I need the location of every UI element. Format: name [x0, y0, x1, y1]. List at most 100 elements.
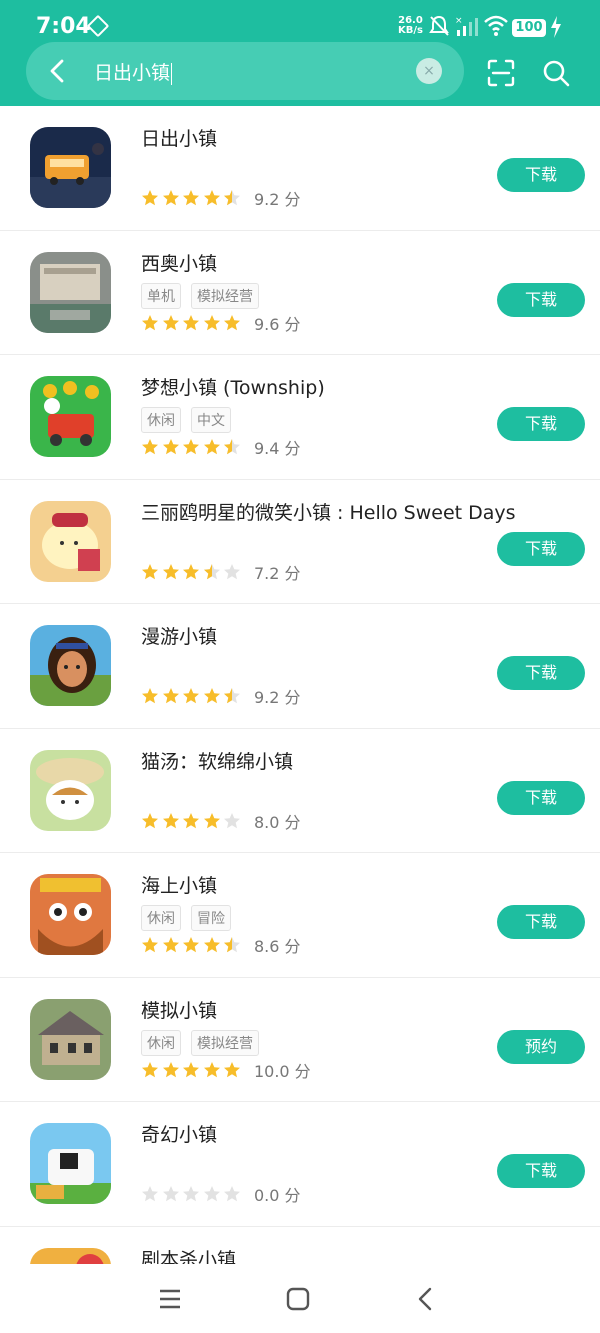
- star-icon: [183, 439, 200, 455]
- app-icon[interactable]: [30, 1123, 111, 1204]
- app-tags: 休闲 冒险: [141, 905, 231, 931]
- app-title[interactable]: 西奥小镇: [141, 249, 217, 276]
- download-button[interactable]: 下载: [497, 656, 585, 690]
- app-icon[interactable]: [30, 625, 111, 706]
- download-button[interactable]: 下载: [497, 282, 585, 317]
- app-list-item[interactable]: 漫游小镇 9.2 分 下载: [0, 604, 600, 729]
- star-rating: 0.0 分: [141, 1182, 301, 1206]
- star-rating: 9.2 分: [141, 186, 301, 210]
- app-list-item[interactable]: 海上小镇 休闲 冒险 8.6 分 下载: [0, 853, 600, 978]
- star-icon: [142, 563, 158, 579]
- star-icon: [183, 1061, 200, 1077]
- download-button[interactable]: 下载: [497, 158, 585, 192]
- star-icon: [142, 190, 158, 206]
- back-arrow-icon[interactable]: [44, 57, 72, 85]
- menu-icon[interactable]: [157, 1286, 183, 1312]
- search-icon[interactable]: [541, 58, 571, 88]
- search-input[interactable]: 日出小镇: [94, 58, 173, 85]
- app-icon[interactable]: [30, 500, 111, 582]
- rating-score: 8.0 分: [253, 812, 301, 832]
- app-list-item[interactable]: 奇幻小镇 0.0 分 下载: [0, 1102, 600, 1227]
- text-cursor: [171, 62, 173, 85]
- star-icon: [183, 563, 200, 579]
- home-icon[interactable]: [285, 1286, 311, 1312]
- star-rating: 10.0 分: [141, 1058, 311, 1082]
- download-button[interactable]: 下载: [497, 780, 585, 815]
- app-title[interactable]: 剧本杀小镇: [141, 1245, 236, 1265]
- star-icon: [203, 1186, 220, 1202]
- star-rating: 8.0 分: [141, 809, 301, 833]
- star-icon: [162, 1061, 179, 1077]
- star-icon: [224, 688, 241, 704]
- app-icon[interactable]: [30, 1247, 111, 1265]
- tag-badge: 模拟经营: [191, 282, 259, 309]
- star-icon: [224, 314, 241, 330]
- app-list-item[interactable]: 西奥小镇单机 模拟经营 9.6 分 下载: [0, 231, 600, 355]
- app-list-item[interactable]: 剧本杀小镇: [0, 1227, 600, 1265]
- app-list-item[interactable]: 模拟小镇 休闲 模拟经营 10.0 分 预约: [0, 978, 600, 1102]
- star-rating: 7.2 分: [141, 560, 301, 584]
- app-icon[interactable]: [30, 127, 111, 208]
- app-icon[interactable]: [30, 251, 111, 333]
- download-button[interactable]: 下载: [497, 905, 585, 939]
- star-icon: [162, 190, 179, 206]
- star-icon: [203, 563, 220, 579]
- star-icon: [203, 439, 220, 455]
- network-speed: 26.0 KB/s: [398, 15, 423, 36]
- app-list-item[interactable]: 梦想小镇 (Township) 休闲 中文 9.4 分 下载: [0, 355, 600, 480]
- search-bar[interactable]: 日出小镇 ×: [26, 42, 464, 100]
- rating-score: 9.2 分: [253, 688, 301, 707]
- search-results-list[interactable]: 日出小镇 9.2 分下载 西奥小镇 单机 模拟经营 9.6 分下载 梦想小镇 (Townsh…: [0, 106, 600, 1264]
- app-list-item[interactable]: 日出小镇 9.2 分 下载: [0, 106, 600, 231]
- app-list-item[interactable]: 三丽鸥明星的微笑小镇 : Hello Sweet Days 7.2 分 下载: [0, 480, 600, 604]
- app-title[interactable]: 奇幻小镇: [141, 1120, 217, 1147]
- app-icon[interactable]: [30, 874, 111, 955]
- star-icon: [162, 1186, 179, 1202]
- star-icon: [162, 812, 179, 828]
- star-icon: [142, 937, 158, 953]
- tag-badge: 冒险: [191, 905, 231, 931]
- star-icon: [142, 314, 158, 330]
- star-icon: [203, 812, 220, 828]
- tag-badge: 休闲: [141, 1029, 181, 1056]
- download-button[interactable]: 下载: [497, 1154, 585, 1188]
- rating-score: 9.6 分: [253, 314, 301, 334]
- app-icon[interactable]: [30, 749, 111, 831]
- star-icon: [224, 1061, 241, 1077]
- back-icon[interactable]: [413, 1286, 439, 1312]
- star-icon: [183, 1186, 200, 1202]
- app-title[interactable]: 三丽鸥明星的微笑小镇 : Hello Sweet Days: [141, 498, 516, 525]
- app-title[interactable]: 梦想小镇 (Township): [141, 373, 325, 400]
- star-icon: [224, 812, 241, 828]
- clear-search-button[interactable]: ×: [416, 58, 442, 84]
- rating-score: 10.0 分: [253, 1061, 311, 1081]
- star-icon: [224, 1186, 241, 1202]
- download-button[interactable]: 下载: [497, 407, 585, 441]
- star-icon: [183, 314, 200, 330]
- star-rating: 9.4 分: [141, 435, 301, 459]
- star-icon: [162, 937, 179, 953]
- app-title[interactable]: 模拟小镇: [141, 996, 217, 1023]
- star-icon: [183, 190, 200, 206]
- star-icon: [142, 688, 158, 704]
- rating-score: 9.4 分: [253, 439, 301, 458]
- star-icon: [142, 1186, 158, 1202]
- download-button[interactable]: 下载: [497, 531, 585, 566]
- rating-score: 7.2 分: [253, 563, 301, 583]
- status-bar: 7:04 26.0 KB/s × 100: [0, 0, 600, 42]
- tag-badge: 单机: [141, 282, 181, 309]
- app-title[interactable]: 日出小镇: [141, 124, 217, 151]
- clock: 7:04: [36, 14, 91, 39]
- app-title[interactable]: 海上小镇: [141, 871, 217, 898]
- reserve-button[interactable]: 预约: [497, 1029, 585, 1064]
- app-icon[interactable]: [30, 376, 111, 457]
- star-icon: [183, 812, 200, 828]
- star-icon: [224, 937, 241, 953]
- star-icon: [142, 439, 158, 455]
- app-icon[interactable]: [30, 998, 111, 1080]
- scan-icon[interactable]: [486, 58, 516, 88]
- app-list-item[interactable]: 猫汤：软绵绵小镇 8.0 分 下载: [0, 729, 600, 853]
- app-title[interactable]: 猫汤：软绵绵小镇: [141, 747, 293, 774]
- app-title[interactable]: 漫游小镇: [141, 622, 217, 649]
- star-icon: [142, 812, 158, 828]
